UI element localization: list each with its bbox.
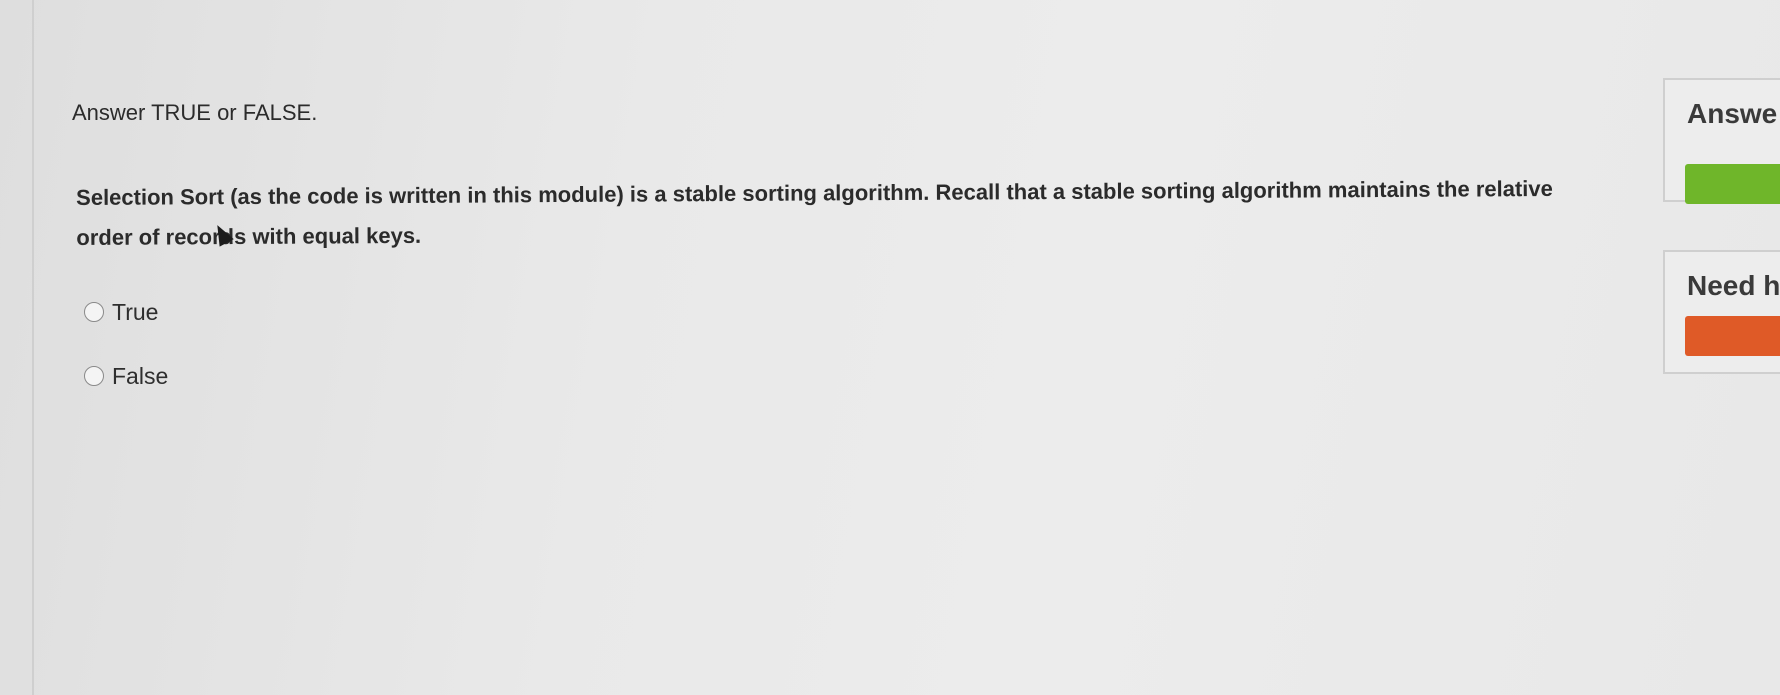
help-panel-title: Need h (1687, 270, 1780, 301)
radio-true[interactable] (84, 302, 104, 322)
answer-button[interactable] (1685, 164, 1780, 204)
question-instruction: Answer TRUE or FALSE. (72, 100, 318, 125)
help-button[interactable] (1685, 316, 1780, 356)
option-false[interactable]: False (84, 358, 1592, 394)
answer-panel: Answe (1663, 78, 1780, 204)
left-divider (32, 0, 34, 695)
screen: Answer TRUE or FALSE. Selection Sort (as… (0, 0, 1780, 695)
option-true[interactable]: True (84, 294, 1592, 330)
question-prompt: Selection Sort (as the code is written i… (76, 175, 1553, 250)
help-panel: Need h (1663, 250, 1780, 374)
option-false-label: False (112, 362, 169, 389)
question-panel: Answer TRUE or FALSE. Selection Sort (as… (72, 100, 1592, 422)
radio-false[interactable] (84, 366, 104, 386)
option-true-label: True (112, 298, 159, 325)
answer-options: True False (84, 294, 1592, 394)
answer-panel-title: Answe (1687, 98, 1778, 129)
